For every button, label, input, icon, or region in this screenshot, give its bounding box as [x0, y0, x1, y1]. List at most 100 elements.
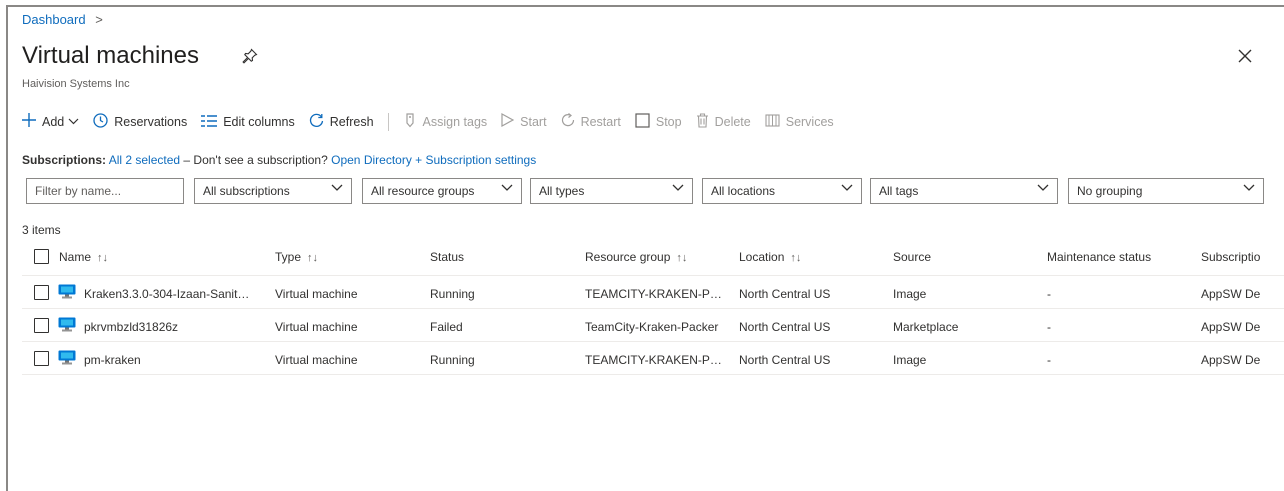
column-header-location-label: Location [739, 250, 785, 264]
tag-icon [403, 112, 417, 132]
chevron-down-icon [331, 183, 343, 195]
services-label: Services [785, 115, 834, 129]
row-divider [22, 308, 1284, 309]
subscriptions-dropdown[interactable]: All subscriptions [194, 178, 352, 204]
tags-dropdown[interactable]: All tags [870, 178, 1058, 204]
clock-icon [93, 112, 108, 132]
resource-groups-dropdown-value: All resource groups [371, 184, 475, 198]
vm-subscription-link[interactable]: AppSW De [1201, 287, 1260, 301]
page-subtitle: Haivision Systems Inc [22, 78, 130, 90]
vm-name-link[interactable]: pm-kraken [84, 353, 141, 367]
start-button[interactable]: Start [501, 112, 547, 131]
vm-source: Image [893, 353, 927, 367]
grouping-dropdown[interactable]: No grouping [1068, 178, 1264, 204]
stop-button[interactable]: Stop [635, 112, 682, 132]
vm-location: North Central US [739, 320, 831, 334]
vm-maintenance: - [1047, 353, 1051, 367]
filter-placeholder: Filter by name... [35, 184, 122, 198]
breadcrumb: Dashboard > [22, 12, 103, 27]
chevron-down-icon [1243, 183, 1255, 195]
vm-maintenance: - [1047, 287, 1051, 301]
assign-tags-label: Assign tags [422, 115, 488, 129]
vm-resource-group-link[interactable]: TEAMCITY-KRAKEN-P… [585, 353, 722, 367]
chevron-down-icon [672, 183, 684, 195]
refresh-button[interactable]: Refresh [309, 113, 374, 132]
column-header-name-label: Name [59, 250, 92, 264]
virtual-machine-icon [58, 350, 76, 365]
column-header-type[interactable]: Type ↑↓ [275, 250, 318, 264]
row-divider [22, 341, 1284, 342]
breadcrumb-dashboard[interactable]: Dashboard [22, 12, 86, 27]
restart-icon [561, 113, 575, 131]
directory-settings-link[interactable]: Open Directory + Subscription settings [331, 153, 536, 167]
vm-subscription-link[interactable]: AppSW De [1201, 353, 1260, 367]
vm-maintenance: - [1047, 320, 1051, 334]
row-checkbox[interactable] [34, 351, 49, 366]
subscriptions-bar: Subscriptions: All 2 selected – Don't se… [22, 153, 536, 167]
row-divider [22, 374, 1284, 375]
subscriptions-dropdown-value: All subscriptions [203, 184, 290, 198]
select-all-checkbox[interactable] [34, 249, 49, 264]
column-header-status[interactable]: Status [430, 250, 464, 264]
delete-label: Delete [714, 115, 751, 129]
vm-name-link[interactable]: Kraken3.3.0-304-Izaan-Sanit… [84, 287, 249, 301]
reservations-label: Reservations [114, 115, 188, 129]
toolbar-divider [387, 113, 389, 131]
vm-resource-group-link[interactable]: TeamCity-Kraken-Packer [585, 320, 718, 334]
reservations-button[interactable]: Reservations [93, 112, 188, 132]
virtual-machine-icon [58, 284, 76, 299]
window-frame [6, 5, 1284, 491]
restart-button[interactable]: Restart [561, 113, 621, 131]
column-header-source[interactable]: Source [893, 250, 931, 264]
column-header-maintenance[interactable]: Maintenance status [1047, 250, 1151, 264]
chevron-down-icon [501, 183, 513, 195]
vm-status: Running [430, 353, 475, 367]
vm-subscription-link[interactable]: AppSW De [1201, 320, 1260, 334]
sort-icon: ↑↓ [676, 252, 688, 264]
subscriptions-label: Subscriptions: [22, 153, 107, 167]
row-checkbox[interactable] [34, 285, 49, 300]
vm-name-link[interactable]: pkrvmbzld31826z [84, 320, 178, 334]
plus-icon [22, 113, 36, 131]
stop-label: Stop [655, 115, 682, 129]
pin-icon[interactable] [242, 48, 258, 69]
subscriptions-selected-link[interactable]: All 2 selected [109, 153, 180, 167]
services-button[interactable]: Services [765, 113, 834, 131]
column-header-subscription[interactable]: Subscriptio [1201, 250, 1260, 264]
column-header-name[interactable]: Name ↑↓ [59, 250, 108, 264]
filter-by-name-input[interactable]: Filter by name... [26, 178, 184, 204]
types-dropdown-value: All types [539, 184, 585, 198]
add-button[interactable]: Add [22, 113, 79, 131]
vm-resource-group-link[interactable]: TEAMCITY-KRAKEN-P… [585, 287, 722, 301]
breadcrumb-separator: > [95, 12, 103, 27]
sort-icon: ↑↓ [97, 252, 109, 264]
vm-type: Virtual machine [275, 287, 358, 301]
trash-icon [696, 112, 709, 132]
start-label: Start [520, 115, 547, 129]
stop-icon [635, 112, 650, 132]
delete-button[interactable]: Delete [696, 112, 751, 132]
assign-tags-button[interactable]: Assign tags [403, 112, 488, 132]
refresh-icon [309, 113, 324, 132]
page-title: Virtual machines [22, 42, 199, 69]
columns-icon [201, 114, 218, 131]
chevron-down-icon [1037, 183, 1049, 195]
vm-source: Image [893, 287, 927, 301]
chevron-down-icon [68, 117, 79, 128]
resource-groups-dropdown[interactable]: All resource groups [362, 178, 522, 204]
column-header-resource-group-label: Resource group [585, 250, 671, 264]
command-bar: Add Reservations Edit columns Refresh As… [22, 110, 848, 134]
sort-icon: ↑↓ [790, 252, 802, 264]
vm-source: Marketplace [893, 320, 959, 334]
locations-dropdown-value: All locations [711, 184, 776, 198]
close-icon[interactable] [1238, 46, 1252, 69]
edit-columns-button[interactable]: Edit columns [201, 114, 295, 131]
column-header-resource-group[interactable]: Resource group ↑↓ [585, 250, 687, 264]
column-header-type-label: Type [275, 250, 302, 264]
row-checkbox[interactable] [34, 318, 49, 333]
edit-columns-label: Edit columns [223, 115, 295, 129]
locations-dropdown[interactable]: All locations [702, 178, 862, 204]
column-header-location[interactable]: Location ↑↓ [739, 250, 801, 264]
tags-dropdown-value: All tags [879, 184, 919, 198]
types-dropdown[interactable]: All types [530, 178, 693, 204]
